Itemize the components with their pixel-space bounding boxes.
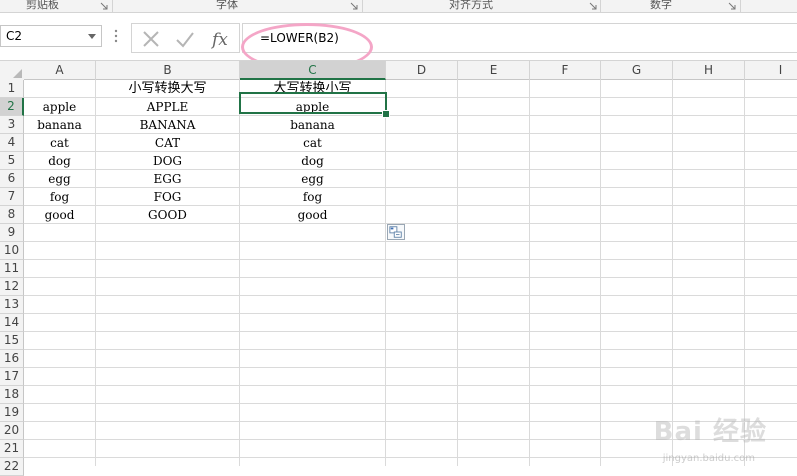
row-header-9[interactable]: 9 bbox=[0, 224, 24, 242]
dialog-launcher-icon[interactable] bbox=[728, 2, 736, 10]
row-header-11[interactable]: 11 bbox=[0, 260, 24, 278]
cell-b3[interactable]: BANANA bbox=[96, 116, 239, 134]
grid-line bbox=[24, 295, 797, 296]
check-icon[interactable] bbox=[175, 29, 195, 49]
row-header-5[interactable]: 5 bbox=[0, 152, 24, 170]
grid-line bbox=[385, 80, 386, 466]
row-header-12[interactable]: 12 bbox=[0, 278, 24, 296]
fill-handle[interactable] bbox=[382, 110, 390, 118]
column-header-g[interactable]: G bbox=[601, 61, 673, 80]
row-header-18[interactable]: 18 bbox=[0, 386, 24, 404]
dialog-launcher-icon[interactable] bbox=[589, 2, 597, 10]
paste-options-icon[interactable] bbox=[387, 224, 405, 240]
cell-a4[interactable]: cat bbox=[24, 134, 95, 152]
cell-c7[interactable]: fog bbox=[240, 188, 385, 206]
cell-a8[interactable]: good bbox=[24, 206, 95, 224]
column-header-h[interactable]: H bbox=[673, 61, 745, 80]
column-header-c[interactable]: C bbox=[240, 61, 386, 80]
baidu-watermark-url: jingyan.baidu.com bbox=[662, 453, 755, 464]
grid-line bbox=[600, 80, 601, 466]
cell-a2[interactable]: apple bbox=[24, 98, 95, 116]
cell-c6[interactable]: egg bbox=[240, 170, 385, 188]
cell-a7[interactable]: fog bbox=[24, 188, 95, 206]
grid-line bbox=[24, 241, 797, 242]
ribbon-group-font: 字体 bbox=[216, 0, 238, 11]
cell-b8[interactable]: GOOD bbox=[96, 206, 239, 224]
cell-b2[interactable]: APPLE bbox=[96, 98, 239, 116]
ribbon-separator bbox=[112, 0, 113, 12]
row-header-16[interactable]: 16 bbox=[0, 350, 24, 368]
cell-c8[interactable]: good bbox=[240, 206, 385, 224]
row-header-6[interactable]: 6 bbox=[0, 170, 24, 188]
row-header-7[interactable]: 7 bbox=[0, 188, 24, 206]
grid-line bbox=[457, 80, 458, 466]
grid-line bbox=[24, 277, 797, 278]
close-icon[interactable] bbox=[141, 29, 161, 49]
grid-line bbox=[529, 80, 530, 466]
cell-grid[interactable]: 小写转换大写 大写转换小写 apple APPLE apple banana B… bbox=[24, 80, 797, 466]
grid-line bbox=[24, 313, 797, 314]
grid-line bbox=[24, 349, 797, 350]
row-header-15[interactable]: 15 bbox=[0, 332, 24, 350]
row-header-21[interactable]: 21 bbox=[0, 440, 24, 458]
select-all-button[interactable] bbox=[0, 61, 24, 80]
active-cell-border bbox=[239, 92, 387, 114]
grid-line bbox=[672, 80, 673, 466]
name-box[interactable]: C2 bbox=[0, 25, 102, 47]
row-header-4[interactable]: 4 bbox=[0, 134, 24, 152]
cell-b7[interactable]: FOG bbox=[96, 188, 239, 206]
ribbon-group-clipboard: 剪贴板 bbox=[26, 0, 59, 11]
cell-b4[interactable]: CAT bbox=[96, 134, 239, 152]
cell-c5[interactable]: dog bbox=[240, 152, 385, 170]
cell-a3[interactable]: banana bbox=[24, 116, 95, 134]
row-header-17[interactable]: 17 bbox=[0, 368, 24, 386]
grid-line bbox=[24, 403, 797, 404]
ribbon-separator bbox=[362, 0, 363, 12]
dialog-launcher-icon[interactable] bbox=[100, 2, 108, 10]
cell-b6[interactable]: EGG bbox=[96, 170, 239, 188]
row-header-10[interactable]: 10 bbox=[0, 242, 24, 260]
column-header-e[interactable]: E bbox=[458, 61, 530, 80]
column-header-i[interactable]: I bbox=[745, 61, 797, 80]
row-header-13[interactable]: 13 bbox=[0, 296, 24, 314]
column-header-d[interactable]: D bbox=[386, 61, 458, 80]
svg-text:fx: fx bbox=[211, 30, 228, 49]
baidu-watermark: Bai 经验 bbox=[653, 417, 767, 447]
column-header-bar: A B C D E F G H I bbox=[0, 60, 797, 80]
formula-bar-row: C2 fx =LOWER(B2) bbox=[0, 13, 797, 71]
cell-b5[interactable]: DOG bbox=[96, 152, 239, 170]
ribbon-group-alignment: 对齐方式 bbox=[449, 0, 493, 11]
grid-line bbox=[24, 331, 797, 332]
row-header-2[interactable]: 2 bbox=[0, 98, 24, 116]
grid-line bbox=[744, 80, 745, 466]
ribbon-group-number: 数字 bbox=[650, 0, 672, 11]
chevron-down-icon[interactable] bbox=[88, 34, 96, 39]
ribbon-separator bbox=[600, 0, 601, 12]
function-icon[interactable]: fx bbox=[211, 29, 235, 49]
cell-c4[interactable]: cat bbox=[240, 134, 385, 152]
row-header-1[interactable]: 1 bbox=[0, 80, 24, 98]
cell-a6[interactable]: egg bbox=[24, 170, 95, 188]
grid-line bbox=[24, 259, 797, 260]
column-header-b[interactable]: B bbox=[96, 61, 240, 80]
ribbon-separator bbox=[740, 0, 741, 12]
dialog-launcher-icon[interactable] bbox=[350, 2, 358, 10]
row-header-8[interactable]: 8 bbox=[0, 206, 24, 224]
column-header-f[interactable]: F bbox=[530, 61, 601, 80]
column-header-a[interactable]: A bbox=[24, 61, 96, 80]
grid-line bbox=[24, 367, 797, 368]
more-options-icon[interactable] bbox=[114, 26, 118, 46]
cell-c3[interactable]: banana bbox=[240, 116, 385, 134]
row-header-20[interactable]: 20 bbox=[0, 422, 24, 440]
cell-b1[interactable]: 小写转换大写 bbox=[96, 80, 239, 98]
row-header-22[interactable]: 22 bbox=[0, 458, 24, 476]
grid-line bbox=[24, 385, 797, 386]
ribbon-group-labels: 剪贴板 字体 对齐方式 数字 bbox=[0, 0, 797, 13]
cell-a5[interactable]: dog bbox=[24, 152, 95, 170]
formula-buttons: fx bbox=[131, 23, 240, 53]
name-box-value: C2 bbox=[6, 29, 23, 43]
row-header-19[interactable]: 19 bbox=[0, 404, 24, 422]
row-header-14[interactable]: 14 bbox=[0, 314, 24, 332]
row-header-3[interactable]: 3 bbox=[0, 116, 24, 134]
